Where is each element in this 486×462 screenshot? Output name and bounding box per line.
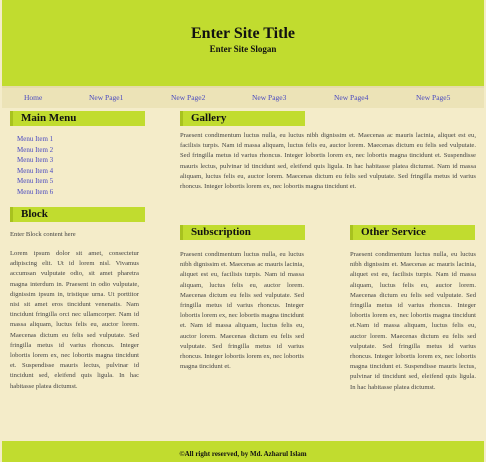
nav-link-new-page4[interactable]: New Page4 [334, 93, 368, 102]
site-title: Enter Site Title [191, 25, 295, 42]
nav-link-home[interactable]: Home [24, 93, 42, 102]
block-text: Lorem ipsum dolor sit amet, consectetur … [10, 250, 139, 390]
menu-item-2[interactable]: Menu Item 2 [17, 145, 53, 156]
menu-item-1[interactable]: Menu Item 1 [17, 134, 53, 145]
other-service-text: Praesent condimentum luctus nulla, eu lu… [350, 251, 476, 391]
nav-link-new-page2[interactable]: New Page2 [171, 93, 205, 102]
menu-item-5[interactable]: Menu Item 5 [17, 176, 53, 187]
menu-item-4[interactable]: Menu Item 4 [17, 166, 53, 177]
gallery-text: Praesent condimentum luctus nulla, eu lu… [180, 132, 476, 191]
nav-bar: Home New Page1 New Page2 New Page3 New P… [2, 86, 484, 108]
block-heading: Block [10, 207, 145, 222]
site-slogan: Enter Site Slogan [209, 44, 277, 54]
block-intro: Enter Block content here [10, 231, 76, 238]
site-footer: ©All right reserved, by Md. Azharul Isla… [2, 441, 484, 462]
gallery-heading: Gallery [180, 111, 305, 126]
footer-copyright: ©All right reserved, by Md. Azharul Isla… [179, 450, 307, 458]
menu-item-3[interactable]: Menu Item 3 [17, 155, 53, 166]
main-menu-heading: Main Menu [10, 111, 145, 126]
main-menu-list: Menu Item 1 Menu Item 2 Menu Item 3 Menu… [17, 134, 53, 198]
page: Enter Site Title Enter Site Slogan Home … [2, 0, 484, 462]
other-service-heading: Other Service [350, 225, 475, 240]
menu-item-6[interactable]: Menu Item 6 [17, 187, 53, 198]
nav-link-new-page1[interactable]: New Page1 [89, 93, 123, 102]
subscription-text: Praesent condimentum luctus nulla, eu lu… [180, 251, 304, 371]
subscription-heading: Subscription [180, 225, 305, 240]
site-header: Enter Site Title Enter Site Slogan [2, 0, 484, 86]
nav-link-new-page5[interactable]: New Page5 [416, 93, 450, 102]
nav-link-new-page3[interactable]: New Page3 [252, 93, 286, 102]
